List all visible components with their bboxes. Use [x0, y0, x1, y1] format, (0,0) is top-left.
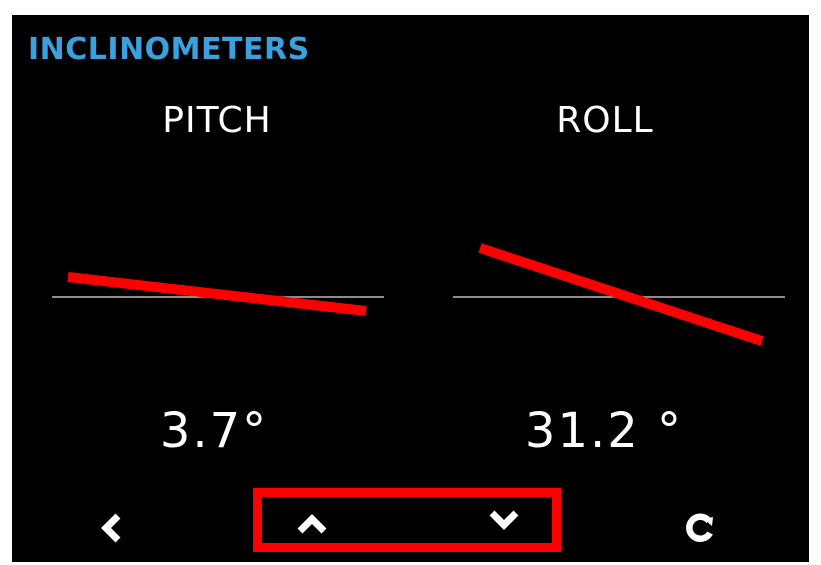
refresh-button[interactable] [678, 506, 722, 550]
pitch-indicator-line [67, 272, 367, 316]
chevron-up-icon [297, 514, 327, 534]
chevron-left-icon [101, 513, 121, 543]
pitch-value: 3.7° [159, 403, 269, 459]
inclinometer-screen: INCLINOMETERS PITCH ROLL 3.7° 31.2 ° [12, 15, 809, 562]
scroll-up-button[interactable] [288, 505, 336, 541]
roll-value: 31.2 ° [524, 403, 684, 459]
roll-indicator-line [478, 243, 764, 346]
pitch-gauge [52, 272, 384, 316]
roll-gauge [453, 243, 785, 346]
back-button[interactable] [94, 508, 134, 548]
gauges-canvas [52, 243, 785, 346]
scroll-down-button[interactable] [480, 501, 528, 537]
refresh-icon [686, 513, 713, 542]
chevron-down-icon [489, 510, 519, 530]
scroll-buttons-highlight [253, 488, 561, 552]
